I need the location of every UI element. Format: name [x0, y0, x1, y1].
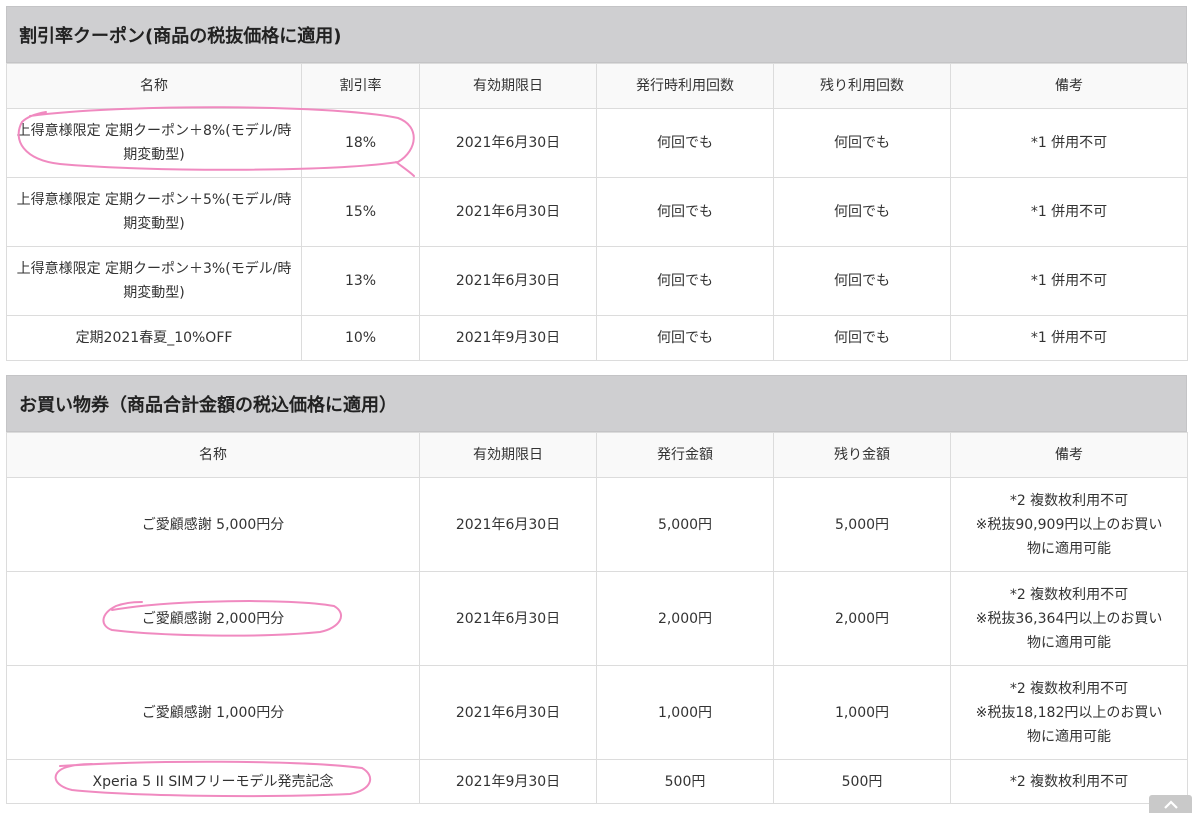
coupon-name: 定期2021春夏_10%OFF: [6, 315, 302, 361]
voucher-note-line: 物に適用可能: [1027, 634, 1111, 651]
table-row: ご愛顧感謝 2,000円分 2021年6月30日 2,000円 2,000円 *…: [6, 571, 1188, 666]
voucher-issued: 2,000円: [596, 571, 774, 666]
percent-coupon-title: 割引率クーポン(商品の税抜価格に適用): [6, 6, 1187, 63]
voucher-note-line: *2 複数枚利用不可: [1009, 586, 1129, 603]
coupon-remaining-uses: 何回でも: [773, 246, 951, 316]
voucher-issued: 500円: [596, 759, 774, 804]
voucher-expiry: 2021年9月30日: [419, 759, 597, 804]
voucher-issued: 5,000円: [596, 477, 774, 572]
chevron-up-icon: [1163, 800, 1178, 809]
voucher-name: Xperia 5 II SIMフリーモデル発売記念: [6, 759, 420, 804]
column-header-note: 備考: [950, 63, 1188, 109]
column-header-issue-uses: 発行時利用回数: [596, 63, 774, 109]
column-header-remaining-uses: 残り利用回数: [773, 63, 951, 109]
column-header-issued-amount: 発行金額: [596, 432, 774, 478]
voucher-note-line: ※税抜18,182円以上のお買い: [975, 704, 1163, 721]
column-header-rate: 割引率: [301, 63, 420, 109]
voucher-note-line: *2 複数枚利用不可: [1009, 680, 1129, 697]
table-header-row: 名称 有効期限日 発行金額 残り金額 備考: [6, 432, 1188, 478]
coupon-expiry: 2021年6月30日: [419, 246, 597, 316]
voucher-note-line: ※税抜90,909円以上のお買い: [975, 516, 1163, 533]
coupon-remaining-uses: 何回でも: [773, 108, 951, 178]
voucher-note: *2 複数枚利用不可 ※税抜18,182円以上のお買い 物に適用可能: [950, 665, 1188, 760]
table-row: 上得意様限定 定期クーポン＋5%(モデル/時期変動型) 15% 2021年6月3…: [6, 177, 1188, 247]
coupon-rate: 10%: [301, 315, 420, 361]
table-row: Xperia 5 II SIMフリーモデル発売記念 2021年9月30日 500…: [6, 759, 1188, 804]
coupon-issue-uses: 何回でも: [596, 315, 774, 361]
voucher-note-line: *2 複数枚利用不可: [1009, 773, 1129, 790]
voucher-note-line: 物に適用可能: [1027, 540, 1111, 557]
coupon-rate: 13%: [301, 246, 420, 316]
voucher-name: ご愛顧感謝 1,000円分: [6, 665, 420, 760]
voucher-note-line: *2 複数枚利用不可: [1009, 492, 1129, 509]
table-row: 定期2021春夏_10%OFF 10% 2021年9月30日 何回でも 何回でも…: [6, 315, 1188, 361]
voucher-note: *2 複数枚利用不可 ※税抜90,909円以上のお買い 物に適用可能: [950, 477, 1188, 572]
coupon-expiry: 2021年6月30日: [419, 108, 597, 178]
coupon-name: 上得意様限定 定期クーポン＋8%(モデル/時期変動型): [6, 108, 302, 178]
coupon-rate: 15%: [301, 177, 420, 247]
voucher-title: お買い物券（商品合計金額の税込価格に適用）: [6, 375, 1187, 432]
voucher-table: 名称 有効期限日 発行金額 残り金額 備考 ご愛顧感謝 5,000円分 2021…: [6, 432, 1188, 804]
voucher-note-line: 物に適用可能: [1027, 728, 1111, 745]
coupon-issue-uses: 何回でも: [596, 246, 774, 316]
table-row: 上得意様限定 定期クーポン＋8%(モデル/時期変動型) 18% 2021年6月3…: [6, 108, 1188, 178]
coupon-issue-uses: 何回でも: [596, 177, 774, 247]
column-header-name: 名称: [6, 63, 302, 109]
column-header-remaining-amount: 残り金額: [773, 432, 951, 478]
coupon-remaining-uses: 何回でも: [773, 315, 951, 361]
voucher-remaining: 500円: [773, 759, 951, 804]
percent-coupon-section: 割引率クーポン(商品の税抜価格に適用) 名称 割引率 有効期限日 発行時利用回数…: [6, 6, 1188, 361]
column-header-note: 備考: [950, 432, 1188, 478]
coupon-issue-uses: 何回でも: [596, 108, 774, 178]
coupon-note: *1 併用不可: [950, 108, 1188, 178]
voucher-remaining: 5,000円: [773, 477, 951, 572]
scroll-to-top-button[interactable]: [1149, 795, 1192, 813]
coupon-name: 上得意様限定 定期クーポン＋5%(モデル/時期変動型): [6, 177, 302, 247]
table-row: 上得意様限定 定期クーポン＋3%(モデル/時期変動型) 13% 2021年6月3…: [6, 246, 1188, 316]
voucher-note: *2 複数枚利用不可 ※税抜36,364円以上のお買い 物に適用可能: [950, 571, 1188, 666]
voucher-issued: 1,000円: [596, 665, 774, 760]
column-header-expiry: 有効期限日: [419, 432, 597, 478]
voucher-remaining: 2,000円: [773, 571, 951, 666]
coupon-name: 上得意様限定 定期クーポン＋3%(モデル/時期変動型): [6, 246, 302, 316]
coupon-expiry: 2021年6月30日: [419, 177, 597, 247]
voucher-section: お買い物券（商品合計金額の税込価格に適用） 名称 有効期限日 発行金額 残り金額…: [6, 375, 1188, 804]
voucher-name: ご愛顧感謝 2,000円分: [6, 571, 420, 666]
column-header-name: 名称: [6, 432, 420, 478]
voucher-note-line: ※税抜36,364円以上のお買い: [975, 610, 1163, 627]
table-row: ご愛顧感謝 5,000円分 2021年6月30日 5,000円 5,000円 *…: [6, 477, 1188, 572]
table-row: ご愛顧感謝 1,000円分 2021年6月30日 1,000円 1,000円 *…: [6, 665, 1188, 760]
percent-coupon-table: 名称 割引率 有効期限日 発行時利用回数 残り利用回数 備考 上得意様限定 定期…: [6, 63, 1188, 361]
voucher-expiry: 2021年6月30日: [419, 571, 597, 666]
coupon-rate: 18%: [301, 108, 420, 178]
coupon-expiry: 2021年9月30日: [419, 315, 597, 361]
voucher-expiry: 2021年6月30日: [419, 665, 597, 760]
table-header-row: 名称 割引率 有効期限日 発行時利用回数 残り利用回数 備考: [6, 63, 1188, 109]
coupon-remaining-uses: 何回でも: [773, 177, 951, 247]
voucher-name: ご愛顧感謝 5,000円分: [6, 477, 420, 572]
coupon-note: *1 併用不可: [950, 177, 1188, 247]
coupon-note: *1 併用不可: [950, 246, 1188, 316]
voucher-expiry: 2021年6月30日: [419, 477, 597, 572]
voucher-remaining: 1,000円: [773, 665, 951, 760]
coupon-note: *1 併用不可: [950, 315, 1188, 361]
column-header-expiry: 有効期限日: [419, 63, 597, 109]
